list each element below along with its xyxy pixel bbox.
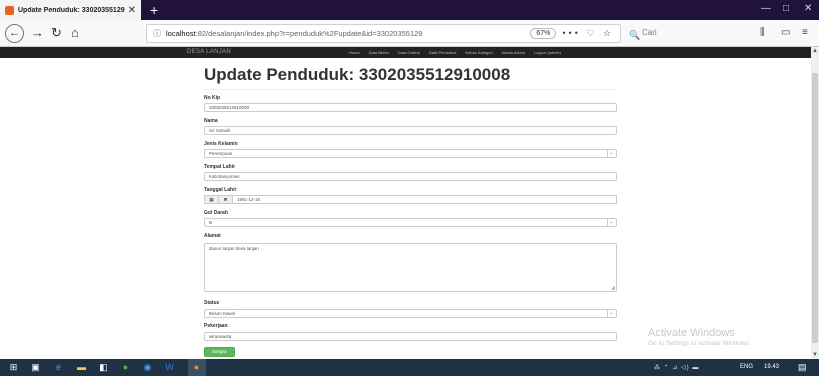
windows-taskbar: ⊞ ▣ e ▬ ◧ ● ◉ W ● ⁂ ⌃ ⊿ ◁) ▬ ENG 19.43 ▤ — [0, 359, 819, 376]
status-label: Status — [204, 300, 220, 306]
nav-data-gallery[interactable]: Data Gallery — [398, 50, 420, 55]
tab-bar: Update Penduduk: 33020355129 ✕ + — □ ✕ — [0, 0, 819, 20]
address-bar[interactable]: ⓘ localhost:82/desalanjan/index.php?r=pe… — [146, 24, 621, 43]
site-navbar: DESA LANJAN Home Data Berita Data Galler… — [0, 47, 811, 58]
app-icon[interactable]: ◉ — [142, 362, 153, 373]
restore-button[interactable]: □ — [783, 3, 789, 14]
nav-kelola-kategori[interactable]: Kelola Kategori — [466, 50, 493, 55]
chevron-down-icon: ⌄ — [607, 219, 615, 226]
tanggal-lahir-label: Tanggal Lahir — [204, 187, 237, 193]
search-icon: 🔍 — [629, 30, 641, 40]
firefox-icon: ● — [193, 362, 200, 372]
nav-kelola-admin[interactable]: Kelola Admin — [502, 50, 525, 55]
gol-darah-value: B — [209, 220, 213, 225]
title-divider — [204, 89, 617, 90]
zoom-level-badge[interactable]: 67% — [530, 28, 557, 39]
jenis-kelamin-select[interactable]: Perempuan ⌄ — [204, 149, 617, 158]
scroll-down-icon[interactable]: ▼ — [812, 352, 818, 358]
firefox-active-task[interactable]: ● — [188, 359, 206, 376]
edge-browser-icon[interactable]: e — [53, 362, 64, 373]
page-title: Update Penduduk: 3302035512910008 — [204, 65, 511, 84]
nav-logout[interactable]: Logout (admin) — [534, 50, 561, 55]
language-indicator[interactable]: ENG — [740, 364, 753, 370]
nama-label: Nama — [204, 118, 218, 124]
chevron-down-icon: ⌄ — [607, 150, 615, 157]
hamburger-icon[interactable]: ≡ — [802, 27, 808, 38]
notification-icon[interactable]: ▤ — [798, 362, 807, 373]
jenis-kelamin-value: Perempuan — [209, 151, 233, 156]
page-actions-icon[interactable]: ••• ♡ ☆ — [562, 28, 614, 39]
tab-close-icon[interactable]: ✕ — [128, 5, 136, 16]
alamat-value: dusun lanjan desa lanjan — [209, 246, 259, 251]
task-view-icon[interactable]: ▣ — [30, 362, 41, 373]
minimize-button[interactable]: — — [761, 3, 771, 14]
nav-home[interactable]: Home — [349, 50, 360, 55]
tab-title: Update Penduduk: 33020355129 — [18, 6, 125, 14]
pekerjaan-input[interactable]: wiraswasta — [204, 332, 617, 341]
browser-tab[interactable]: Update Penduduk: 33020355129 ✕ — [0, 0, 141, 20]
tempat-lahir-label: Tempat Lahir — [204, 164, 236, 170]
scroll-thumb[interactable] — [812, 73, 818, 343]
jenis-kelamin-label: Jenis Kelamin — [204, 141, 238, 147]
sidebar-icon[interactable]: ▭ — [781, 27, 790, 38]
nama-input[interactable]: Sri Sulasih — [204, 126, 617, 135]
page-scrollbar[interactable]: ▲ ▼ — [811, 47, 819, 359]
library-icon[interactable]: ⫼ — [760, 27, 765, 38]
page-content: DESA LANJAN Home Data Berita Data Galler… — [0, 47, 819, 359]
nik-input[interactable]: 3302035512910008 — [204, 103, 617, 112]
activate-windows-subtitle: Go to Settings to activate Windows. — [648, 340, 751, 347]
word-icon[interactable]: W — [164, 362, 175, 373]
site-brand[interactable]: DESA LANJAN — [187, 49, 231, 55]
reload-icon[interactable]: ↻ — [51, 25, 62, 41]
alamat-label: Alamat — [204, 233, 221, 239]
chevron-down-icon: ⌄ — [607, 310, 615, 317]
clock[interactable]: 19.43 — [764, 364, 779, 370]
status-select[interactable]: Belum Kawin ⌄ — [204, 309, 617, 318]
chrome-icon[interactable]: ● — [120, 362, 131, 373]
status-value: Belum Kawin — [209, 311, 236, 316]
navigation-toolbar: ← → ↻ ⌂ ⓘ localhost:82/desalanjan/index.… — [0, 20, 819, 47]
calendar-icon[interactable]: ▦ — [204, 195, 219, 204]
site-info-icon[interactable]: ⓘ — [153, 28, 161, 39]
pekerjaan-label: Pekerjaan — [204, 323, 228, 329]
search-input[interactable]: Cari — [642, 28, 657, 37]
simpan-button[interactable]: Simpan — [204, 347, 235, 357]
resize-handle-icon[interactable]: ◢ — [611, 285, 615, 291]
nik-label: No Kip — [204, 95, 221, 101]
clear-date-icon[interactable]: ✖ — [218, 195, 233, 204]
gol-darah-select[interactable]: B ⌄ — [204, 218, 617, 227]
forward-icon[interactable]: → — [31, 25, 44, 41]
scroll-up-icon[interactable]: ▲ — [812, 48, 818, 54]
alamat-textarea[interactable]: dusun lanjan desa lanjan ◢ — [204, 243, 617, 292]
gol-darah-label: Gol Darah — [204, 210, 228, 216]
system-tray-icons[interactable]: ⁂ ⌃ ⊿ ◁) ▬ — [654, 364, 699, 371]
url-text[interactable]: localhost:82/desalanjan/index.php?r=pend… — [166, 29, 524, 38]
new-tab-button[interactable]: + — [150, 1, 158, 19]
back-icon[interactable]: ← — [5, 24, 24, 43]
close-window-button[interactable]: ✕ — [804, 3, 812, 14]
nav-data-penduduk[interactable]: Data Penduduk — [429, 50, 457, 55]
site-favicon-icon — [5, 5, 14, 15]
tanggal-lahir-input[interactable]: 1991-12-15 — [233, 195, 617, 204]
store-icon[interactable]: ◧ — [98, 362, 109, 373]
file-explorer-icon[interactable]: ▬ — [76, 362, 87, 373]
tempat-lahir-input[interactable]: Kab.Banyumas — [204, 172, 617, 181]
windows-start-icon[interactable]: ⊞ — [8, 362, 19, 373]
activate-windows-title: Activate Windows — [648, 327, 735, 339]
site-nav-links: Home Data Berita Data Gallery Data Pendu… — [349, 50, 561, 55]
home-icon[interactable]: ⌂ — [71, 25, 79, 41]
nav-data-berita[interactable]: Data Berita — [369, 50, 389, 55]
